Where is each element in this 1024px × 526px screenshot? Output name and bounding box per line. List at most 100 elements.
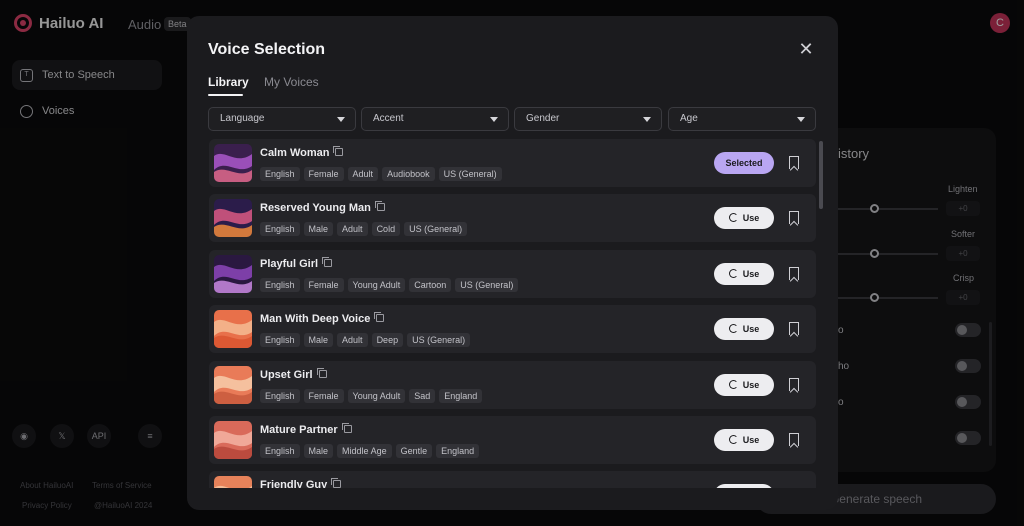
voice-tag: Male [303,444,334,458]
language-filter[interactable]: Language [208,107,356,131]
voice-tag: England [436,444,480,458]
voice-tag: English [260,167,300,181]
voice-row[interactable]: Calm Woman English Female Adult Audiobook US … [209,139,816,187]
voice-name: Playful Girl [260,256,333,270]
age-filter[interactable]: Age [668,107,816,131]
tab-underline [208,94,243,96]
voice-row[interactable]: Man With Deep Voice English Male Adult Deep U… [209,305,816,354]
gender-filter[interactable]: Gender [514,107,662,131]
bookmark-icon[interactable] [789,377,799,391]
voice-thumbnail [214,199,252,238]
close-icon[interactable]: ✕ [797,40,815,58]
voice-tag: England [439,388,483,403]
bookmark-icon[interactable] [789,322,799,336]
voice-artwork [214,365,252,404]
voice-thumbnail [214,144,252,182]
voice-row[interactable]: Mature Partner English Male Middle Age Gentl… [209,416,816,464]
voice-row[interactable]: Reserved Young Man English Male Adult Cold US… [209,194,816,243]
voice-name: Calm Woman [260,146,344,159]
use-button[interactable]: Use [714,484,774,488]
voice-name: Upset Girl [260,367,327,381]
filter-label: Language [220,113,265,124]
voice-tag: Young Adult [347,277,406,292]
voice-name: Reserved Young Man [260,201,385,215]
voice-tags: English Female Young Adult Sad England [260,388,483,403]
use-button[interactable]: Use [714,318,774,341]
accent-filter[interactable]: Accent [361,107,509,131]
voice-list[interactable]: Calm Woman English Female Adult Audiobook US … [209,139,816,488]
voice-artwork [214,421,252,459]
voice-name-text: Mature Partner [260,424,338,436]
voice-artwork [214,476,252,488]
voice-artwork [214,144,252,182]
voice-name-text: Reserved Young Man [260,202,371,215]
voice-thumbnail [214,310,252,349]
copy-icon[interactable] [374,312,385,323]
voice-thumbnail [214,476,252,488]
refresh-icon [728,268,738,278]
voice-row[interactable]: Playful Girl English Female Young Adult Cart… [209,249,816,298]
use-button[interactable]: Use [714,262,774,285]
voice-tag: US (General) [438,167,502,181]
chevron-down-icon [490,117,498,122]
copy-icon[interactable] [333,146,344,156]
voice-artwork [214,310,252,349]
voice-name-text: Man With Deep Voice [260,313,371,326]
voice-tags: English Male Adult Cold US (General) [260,222,468,237]
voice-tag: US (General) [455,277,519,292]
voice-tag: Adult [347,167,379,181]
voice-name-text: Playful Girl [260,257,319,270]
copy-icon[interactable] [322,256,333,267]
voice-artwork [214,254,252,293]
bookmark-icon[interactable] [789,266,799,280]
voice-row[interactable]: Friendly Guy Use [209,471,816,488]
copy-icon[interactable] [374,201,385,212]
chevron-down-icon [337,117,345,122]
voice-tag: Audiobook [382,167,435,181]
voice-tag: Adult [337,222,368,237]
refresh-icon [728,213,738,223]
use-button[interactable]: Use [714,429,774,451]
voice-tag: English [260,333,300,348]
voice-name-text: Friendly Guy [260,479,328,488]
voice-tags: English Female Adult Audiobook US (General) [260,167,502,181]
voice-tag: Male [303,333,334,348]
action-label: Use [742,379,760,390]
bookmark-icon[interactable] [789,211,799,225]
voice-name: Mature Partner [260,423,352,436]
voice-tag: Deep [371,333,404,348]
voice-tag: Female [303,167,344,181]
voice-tags: English Male Adult Deep US (General) [260,333,471,348]
voice-name-text: Upset Girl [260,368,313,381]
bookmark-icon[interactable] [789,156,799,169]
list-scrollbar[interactable] [819,141,823,209]
voice-thumbnail [214,421,252,459]
voice-tag: Sad [409,388,436,403]
copy-icon[interactable] [341,423,352,433]
action-label: Selected [725,158,763,168]
voice-tag: English [260,277,300,292]
action-label: Use [742,268,760,279]
use-button[interactable]: Use [714,373,774,396]
voice-tag: US (General) [404,222,468,237]
voice-row[interactable]: Upset Girl English Female Young Adult Sad Eng… [209,360,816,409]
bookmark-icon[interactable] [789,433,799,446]
refresh-icon [728,324,738,334]
voice-name: Man With Deep Voice [260,312,385,326]
tab-my-voices[interactable]: My Voices [264,75,319,89]
filter-label: Age [680,113,698,124]
tab-library[interactable]: Library [208,75,249,89]
voice-tag: Cartoon [409,277,452,292]
copy-icon[interactable] [331,478,342,488]
filter-label: Accent [373,113,404,124]
action-label: Use [742,213,760,224]
chevron-down-icon [643,117,651,122]
action-label: Use [742,324,760,335]
copy-icon[interactable] [316,367,327,378]
voice-tag: US (General) [407,333,471,348]
voice-tag: Female [303,388,344,403]
selected-button[interactable]: Selected [714,152,774,174]
voice-tag: Male [303,222,334,237]
voice-tag: Female [303,277,344,292]
use-button[interactable]: Use [714,207,774,230]
